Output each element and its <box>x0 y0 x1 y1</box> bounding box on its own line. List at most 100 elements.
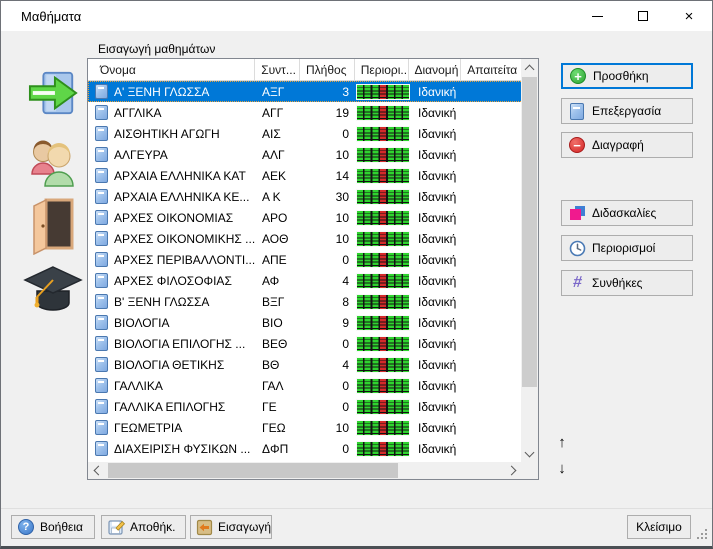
table-row[interactable]: ΑΛΓΕΥΡΑ ΑΛΓ 10 Ιδανική <box>88 144 523 165</box>
maximize-button[interactable] <box>620 1 666 31</box>
move-up-button[interactable]: ↑ <box>551 431 573 453</box>
table-row[interactable]: ΑΡΧΑΙΑ ΕΛΛΗΝΙΚΑ ΚΑΤ ΑΕΚ 14 Ιδανική <box>88 165 523 186</box>
course-abbr: ΑΡΟ <box>256 211 301 225</box>
column-header-required[interactable]: Απαιτείτα <box>461 59 521 80</box>
course-book-icon <box>88 168 114 183</box>
add-button[interactable]: + Προσθήκη <box>561 63 693 89</box>
edit-book-icon <box>570 103 584 120</box>
course-book-icon <box>88 399 114 414</box>
table-row[interactable]: ΑΡΧΕΣ ΟΙΚΟΝΟΜΙΚΗΣ ... ΑΟΘ 10 Ιδανική <box>88 228 523 249</box>
table-row[interactable]: Α' ΞΕΝΗ ΓΛΩΣΣΑ ΑΞΓ 3 Ιδανική <box>88 81 523 102</box>
course-abbr: ΒΕΘ <box>256 337 301 351</box>
scroll-right-button[interactable] <box>504 462 521 479</box>
column-header-restrictions[interactable]: Περιορι... <box>355 59 409 80</box>
course-count: 0 <box>301 442 356 456</box>
column-header-count[interactable]: Πλήθος <box>300 59 355 80</box>
scrollbar-corner <box>521 462 538 479</box>
restrictions-grid-icon <box>356 210 410 226</box>
restrictions-grid-icon <box>356 189 410 205</box>
table-row[interactable]: ΑΡΧΕΣ ΦΙΛΟΣΟΦΙΑΣ ΑΦ 4 Ιδανική <box>88 270 523 291</box>
course-book-icon <box>88 294 114 309</box>
scroll-left-button[interactable] <box>88 462 105 479</box>
course-distribution: Ιδανική <box>410 358 463 372</box>
table-row[interactable]: ΑΡΧΕΣ ΟΙΚΟΝΟΜΙΑΣ ΑΡΟ 10 Ιδανική <box>88 207 523 228</box>
table-row[interactable]: ΑΡΧΑΙΑ ΕΛΛΗΝΙΚΑ ΚΕ... Α Κ 30 Ιδανική <box>88 186 523 207</box>
course-abbr: ΒΘ <box>256 358 301 372</box>
course-count: 10 <box>301 148 356 162</box>
restrictions-grid-icon <box>356 420 410 436</box>
maximize-icon <box>638 11 648 21</box>
close-button[interactable]: × <box>666 1 712 31</box>
table-row[interactable]: ΒΙΟΛΟΓΙΑ ΕΠΙΛΟΓΗΣ ... ΒΕΘ 0 Ιδανική <box>88 333 523 354</box>
sidebar-item-teachers[interactable] <box>27 134 79 188</box>
table-row[interactable]: ΓΕΩΜΕΤΡΙΑ ΓΕΩ 10 Ιδανική <box>88 417 523 438</box>
course-name: ΑΓΓΛΙΚΑ <box>114 106 256 120</box>
save-button[interactable]: Αποθήκ. <box>101 515 186 539</box>
people-icon <box>27 134 79 188</box>
close-dialog-button[interactable]: Κλείσιμο <box>627 515 691 539</box>
chevron-down-icon <box>525 447 535 457</box>
course-book-icon <box>88 273 114 288</box>
sidebar-item-courses[interactable] <box>28 69 78 117</box>
add-icon: + <box>570 68 586 84</box>
chevron-left-icon <box>93 466 103 476</box>
edit-button-label: Επεξεργασία <box>592 104 661 118</box>
course-distribution: Ιδανική <box>410 127 463 141</box>
import-button[interactable]: Εισαγωγή <box>190 515 272 539</box>
course-count: 10 <box>301 211 356 225</box>
course-distribution: Ιδανική <box>410 421 463 435</box>
table-row[interactable]: ΑΡΧΕΣ ΠΕΡΙΒΑΛΛΟΝΤΙ... ΑΠΕ 0 Ιδανική <box>88 249 523 270</box>
edit-button[interactable]: Επεξεργασία <box>561 98 693 124</box>
course-distribution: Ιδανική <box>410 232 463 246</box>
course-restrictions-cell <box>356 420 410 436</box>
help-button[interactable]: ? Βοήθεια <box>11 515 95 539</box>
conditions-button[interactable]: # Συνθήκες <box>561 270 693 296</box>
footer-divider <box>1 508 712 509</box>
course-name: ΒΙΟΛΟΓΙΑ ΘΕΤΙΚΗΣ <box>114 358 256 372</box>
course-restrictions-cell <box>356 357 410 373</box>
table-row[interactable]: ΑΙΣΘΗΤΙΚΗ ΑΓΩΓΗ ΑΙΣ 0 Ιδανική <box>88 123 523 144</box>
course-name: ΓΑΛΛΙΚΑ ΕΠΙΛΟΓΗΣ <box>114 400 256 414</box>
import-arrow-icon <box>196 519 213 536</box>
restrictions-grid-icon <box>356 126 410 142</box>
course-distribution: Ιδανική <box>410 148 463 162</box>
course-name: ΑΙΣΘΗΤΙΚΗ ΑΓΩΓΗ <box>114 127 256 141</box>
vertical-scrollbar[interactable] <box>521 59 538 462</box>
table-row[interactable]: ΔΙΑΧΕΙΡΙΣΗ ΦΥΣΙΚΩΝ ... ΔΦΠ 0 Ιδανική <box>88 438 523 459</box>
restrictions-grid-icon <box>356 105 410 121</box>
table-row[interactable]: ΓΑΛΛΙΚΑ ΕΠΙΛΟΓΗΣ ΓΕ 0 Ιδανική <box>88 396 523 417</box>
restrictions-grid-icon <box>356 294 410 310</box>
column-header-name[interactable]: Όνομα <box>88 59 255 80</box>
course-book-icon <box>88 378 114 393</box>
sidebar-item-classes[interactable] <box>23 265 83 315</box>
course-count: 10 <box>301 232 356 246</box>
teachings-button[interactable]: Διδασκαλίες <box>561 200 693 226</box>
course-count: 0 <box>301 400 356 414</box>
delete-button[interactable]: − Διαγραφή <box>561 132 693 158</box>
horizontal-scroll-thumb[interactable] <box>108 463 398 478</box>
course-restrictions-cell <box>356 294 410 310</box>
table-row[interactable]: ΒΙΟΛΟΓΙΑ ΒΙΟ 9 Ιδανική <box>88 312 523 333</box>
table-row[interactable]: ΒΙΟΛΟΓΙΑ ΘΕΤΙΚΗΣ ΒΘ 4 Ιδανική <box>88 354 523 375</box>
sidebar-item-rooms[interactable] <box>32 197 74 255</box>
restrictions-button[interactable]: Περιορισμοί <box>561 235 693 261</box>
column-header-distribution[interactable]: Διανομή <box>409 59 462 80</box>
scroll-up-button[interactable] <box>521 59 538 76</box>
vertical-scroll-thumb[interactable] <box>522 77 537 387</box>
courses-dialog: Μαθήματα × <box>0 0 713 549</box>
scroll-down-button[interactable] <box>521 445 538 462</box>
minimize-button[interactable] <box>574 1 620 31</box>
move-down-button[interactable]: ↓ <box>551 457 573 479</box>
course-name: ΑΡΧΕΣ ΦΙΛΟΣΟΦΙΑΣ <box>114 274 256 288</box>
table-row[interactable]: ΑΓΓΛΙΚΑ ΑΓΓ 19 Ιδανική <box>88 102 523 123</box>
table-row[interactable]: Β' ΞΕΝΗ ΓΛΩΣΣΑ ΒΞΓ 8 Ιδανική <box>88 291 523 312</box>
window-title: Μαθήματα <box>1 9 574 24</box>
table-row[interactable]: ΓΑΛΛΙΚΑ ΓΑΛ 0 Ιδανική <box>88 375 523 396</box>
course-count: 3 <box>301 85 356 99</box>
resize-grip[interactable] <box>697 529 707 539</box>
course-abbr: ΑΙΣ <box>256 127 301 141</box>
horizontal-scrollbar[interactable] <box>88 462 521 479</box>
column-header-abbr[interactable]: Συντ... <box>255 59 300 80</box>
add-button-label: Προσθήκη <box>593 69 649 83</box>
course-abbr: ΑΟΘ <box>256 232 301 246</box>
